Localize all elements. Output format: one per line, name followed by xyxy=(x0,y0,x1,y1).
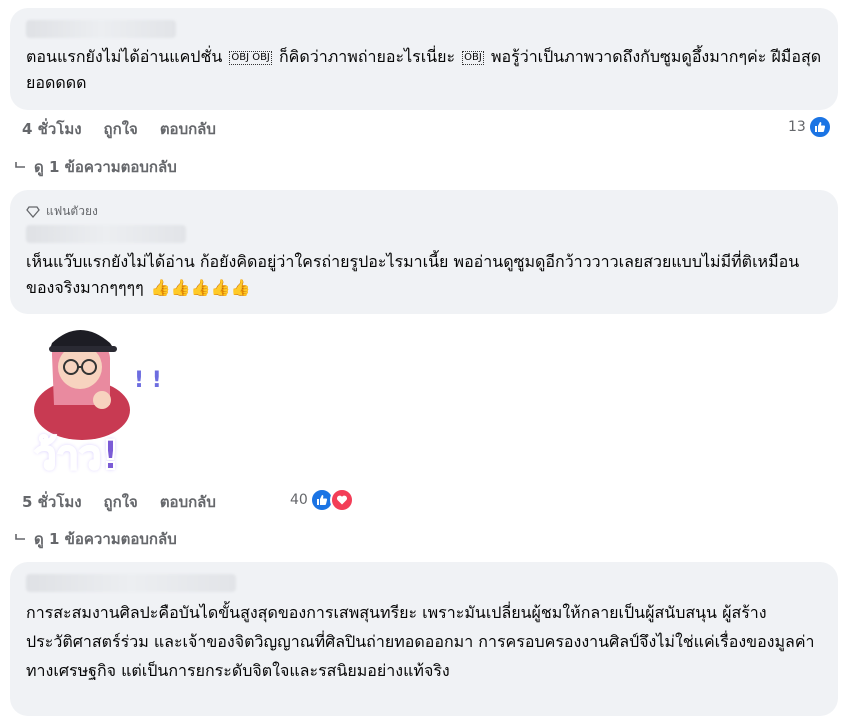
replies-label: ดู 1 ข้อความตอบกลับ xyxy=(34,530,177,548)
diamond-icon xyxy=(26,205,40,218)
view-replies-link[interactable]: ดู 1 ข้อความตอบกลับ xyxy=(14,155,177,179)
reply-arrow-icon xyxy=(15,534,25,540)
comment-bubble-3: การสะสมงานศิลปะคือบันไดขั้นสูงสุดของการเ… xyxy=(10,562,838,716)
reply-button[interactable]: ตอบกลับ xyxy=(160,490,216,514)
reply-arrow-icon xyxy=(15,162,25,168)
replies-label: ดู 1 ข้อความตอบกลับ xyxy=(34,158,177,176)
comment-text-part: ตอนแรกยังไม่ได้อ่านแคปชั่น xyxy=(26,47,223,66)
comment-bubble-2: แฟนตัวยง เห็นแว๊บแรกยังไม่ได้อ่าน ก้อยัง… xyxy=(10,190,838,314)
comment-text-part: การสะสมงานศิลปะคือบันไดขั้นสูงสุดของการเ… xyxy=(26,603,815,680)
badge-label: แฟนตัวยง xyxy=(46,204,98,218)
reaction-count: 13 xyxy=(788,119,806,135)
like-button[interactable]: ถูกใจ xyxy=(104,490,138,514)
svg-text:! !: ! ! xyxy=(134,368,162,393)
reaction-summary[interactable]: 40 xyxy=(290,488,354,512)
comment-text: เห็นแว๊บแรกยังไม่ได้อ่าน ก้อยังคิดอยู่ว่… xyxy=(26,249,822,301)
reply-button[interactable]: ตอบกลับ xyxy=(160,117,216,141)
reaction-summary[interactable]: 13 xyxy=(788,115,832,139)
comment-bubble-1: ตอนแรกยังไม่ได้อ่านแคปชั่น OBJ OBJ ก็คิด… xyxy=(10,8,838,110)
object-emoji-icon: OBJ OBJ xyxy=(229,51,272,65)
thumbs-up-emoji-icon: 👍👍👍👍👍 xyxy=(150,278,251,297)
comment-actions-1: 4 ชั่วโมง ถูกใจ ตอบกลับ xyxy=(22,117,216,141)
blurred-author-name[interactable] xyxy=(26,574,236,592)
comment-actions-2: 5 ชั่วโมง ถูกใจ ตอบกลับ xyxy=(22,490,216,514)
object-emoji-icon: OBJ xyxy=(462,51,484,65)
sticker-caption: ว้าว! xyxy=(33,432,121,480)
comment-text: ตอนแรกยังไม่ได้อ่านแคปชั่น OBJ OBJ ก็คิด… xyxy=(26,44,822,96)
love-reaction-icon xyxy=(329,488,354,512)
blurred-author-name[interactable] xyxy=(26,20,176,38)
like-reaction-icon xyxy=(807,115,832,139)
comment-text: การสะสมงานศิลปะคือบันไดขั้นสูงสุดของการเ… xyxy=(26,598,822,685)
wow-sticker[interactable]: ! ! ว้าว! xyxy=(22,315,182,480)
top-fan-badge[interactable]: แฟนตัวยง xyxy=(26,202,822,221)
reaction-count: 40 xyxy=(290,492,308,508)
timestamp[interactable]: 5 ชั่วโมง xyxy=(22,490,82,514)
like-button[interactable]: ถูกใจ xyxy=(104,117,138,141)
comment-text-part: เห็นแว๊บแรกยังไม่ได้อ่าน ก้อยังคิดอยู่ว่… xyxy=(26,252,800,297)
blurred-author-name[interactable] xyxy=(26,225,186,243)
comment-text-part: ก็คิดว่าภาพถ่ายอะไรเนี่ยะ xyxy=(278,47,456,66)
view-replies-link[interactable]: ดู 1 ข้อความตอบกลับ xyxy=(14,527,177,551)
timestamp[interactable]: 4 ชั่วโมง xyxy=(22,117,82,141)
